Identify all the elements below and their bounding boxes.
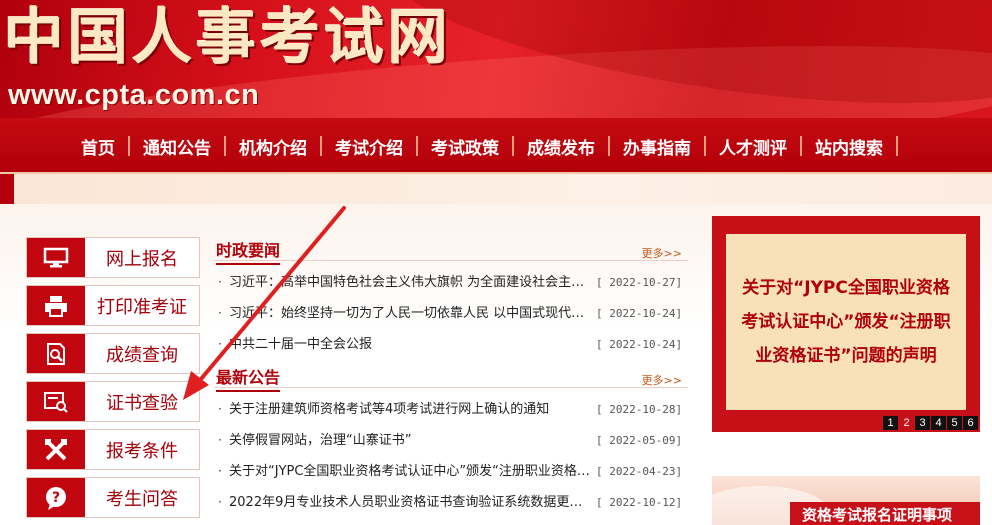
news-item[interactable]: · 习近平：高举中国特色社会主义伟大旗帜 为全面建设社会主义现代化国家而团结奋斗… [214,267,688,298]
news-item-date: [ 2022-04-23] [596,465,683,478]
pager-button[interactable]: 5 [947,416,962,430]
nav-item-organization[interactable]: 机构介绍 [226,134,320,159]
printer-icon [27,286,85,325]
news-item[interactable]: · 关于对“JYPC全国职业资格考试认证中心”颁发“注册职业资格证书”问题的声明… [214,456,688,487]
news-item-title: 关停假冒网站，治理“山寨证书” [229,433,412,448]
question-icon: ? [27,478,85,517]
certificate-search-icon [27,382,85,421]
slideshow-pager: 1 2 3 4 5 6 [882,416,978,430]
bullet: · [218,433,222,447]
nav-item-policy[interactable]: 考试政策 [418,134,512,159]
news-item[interactable]: · 关于注册建筑师资格考试等4项考试进行网上确认的通知 [ 2022-10-28… [214,394,688,425]
promo-slide[interactable]: 关于对“JYPC全国职业资格考试认证中心”颁发“注册职业资格证书”问题的声明 [726,234,966,410]
news-item[interactable]: · 关停假冒网站，治理“山寨证书” [ 2022-05-09] [214,425,688,456]
politics-section-header: 时政要闻 更多>> [214,237,688,265]
nav-item-notices[interactable]: 通知公告 [130,134,224,159]
promo-slideshow[interactable]: 关于对“JYPC全国职业资格考试认证中心”颁发“注册职业资格证书”问题的声明 1… [712,216,980,432]
bullet: · [218,495,222,509]
section-title[interactable]: 最新公告 [216,364,281,392]
sidebar-item-score-query[interactable]: 成绩查询 [26,333,200,374]
nav-item-home[interactable]: 首页 [68,134,128,159]
news-item-title: 习近平：高举中国特色社会主义伟大旗帜 为全面建设社会主义现代化国家而团结奋斗 [229,275,591,290]
sidebar-item-label: 成绩查询 [106,344,178,366]
sidebar-item-label: 证书查验 [106,392,178,414]
sidebar-item-label: 考生问答 [106,488,178,510]
header-banner: 中国人事考试网 www.cpta.com.cn [0,0,992,118]
decorative-band [14,174,992,204]
band-edge [0,174,14,204]
news-item-date: [ 2022-05-09] [596,434,683,447]
bullet: · [218,306,222,320]
site-url[interactable]: www.cpta.com.cn [8,78,259,112]
main-nav: 首页 通知公告 机构介绍 考试介绍 考试政策 成绩发布 办事指南 人才测评 站内… [0,118,992,174]
promo-banner-secondary[interactable]: 资格考试报名证明事项 [712,476,980,525]
pager-button[interactable]: 4 [931,416,946,430]
search-document-icon [27,334,85,373]
sidebar-item-requirements[interactable]: 报考条件 [26,429,200,470]
site-title[interactable]: 中国人事考试网 [4,2,452,74]
svg-text:?: ? [52,490,60,506]
promo-banner-label: 资格考试报名证明事项 [790,502,980,525]
news-item-date: [ 2022-10-24] [596,307,683,320]
nav-item-exams[interactable]: 考试介绍 [322,134,416,159]
news-item[interactable]: · 习近平：始终坚持一切为了人民一切依靠人民 以中国式现代化全面推进中华民族伟大… [214,298,688,329]
nav-item-assessment[interactable]: 人才测评 [706,134,800,159]
pager-button-active[interactable]: 2 [899,416,914,430]
bullet: · [218,464,222,478]
news-item[interactable]: · 中共二十届一中全会公报 [ 2022-10-24] [214,329,688,360]
sidebar-item-label: 报考条件 [106,440,178,462]
bullet: · [218,337,222,351]
sidebar-item-label: 网上报名 [106,248,178,270]
news-column: 时政要闻 更多>> · 习近平：高举中国特色社会主义伟大旗帜 为全面建设社会主义… [214,237,688,518]
nav-item-results[interactable]: 成绩发布 [514,134,608,159]
section-title[interactable]: 时政要闻 [216,237,281,265]
news-item-date: [ 2022-10-28] [596,403,683,416]
more-link[interactable]: 更多>> [642,372,682,388]
news-item[interactable]: · 2022年9月专业技术人员职业资格证书查询验证系统数据更新的通知 [ 202… [214,487,688,518]
promo-slide-text: 关于对“JYPC全国职业资格考试认证中心”颁发“注册职业资格证书”问题的声明 [741,278,951,366]
more-link[interactable]: 更多>> [642,245,682,261]
pager-button[interactable]: 1 [883,416,898,430]
news-item-title: 2022年9月专业技术人员职业资格证书查询验证系统数据更新的通知 [229,495,591,510]
bullet: · [218,275,222,289]
news-item-title: 中共二十届一中全会公报 [229,337,373,352]
pager-button[interactable]: 6 [963,416,978,430]
news-item-title: 关于对“JYPC全国职业资格考试认证中心”颁发“注册职业资格证书”问题的声明 [229,464,591,479]
news-item-date: [ 2022-10-12] [596,496,683,509]
pager-button[interactable]: 3 [915,416,930,430]
sidebar-item-faq[interactable]: ? 考生问答 [26,477,200,518]
news-item-title: 习近平：始终坚持一切为了人民一切依靠人民 以中国式现代化全面推进中华民族伟大复兴 [229,306,591,321]
news-item-date: [ 2022-10-24] [596,338,683,351]
sidebar-item-certificate-verify[interactable]: 证书查验 [26,381,200,422]
notices-section-header: 最新公告 更多>> [214,364,688,392]
bullet: · [218,402,222,416]
nav-item-guide[interactable]: 办事指南 [610,134,704,159]
nav-item-search[interactable]: 站内搜索 [802,134,896,159]
sidebar-item-print-admission[interactable]: 打印准考证 [26,285,200,326]
nav-separator [896,136,898,156]
tools-icon [27,430,85,469]
monitor-icon [27,238,85,277]
sidebar-item-label: 打印准考证 [97,296,187,318]
quick-links-sidebar: 网上报名 打印准考证 成绩查询 证书查验 报考条件 ? 考生问答 [26,237,200,525]
sidebar-item-online-registration[interactable]: 网上报名 [26,237,200,278]
news-item-title: 关于注册建筑师资格考试等4项考试进行网上确认的通知 [229,402,550,417]
news-item-date: [ 2022-10-27] [596,276,683,289]
